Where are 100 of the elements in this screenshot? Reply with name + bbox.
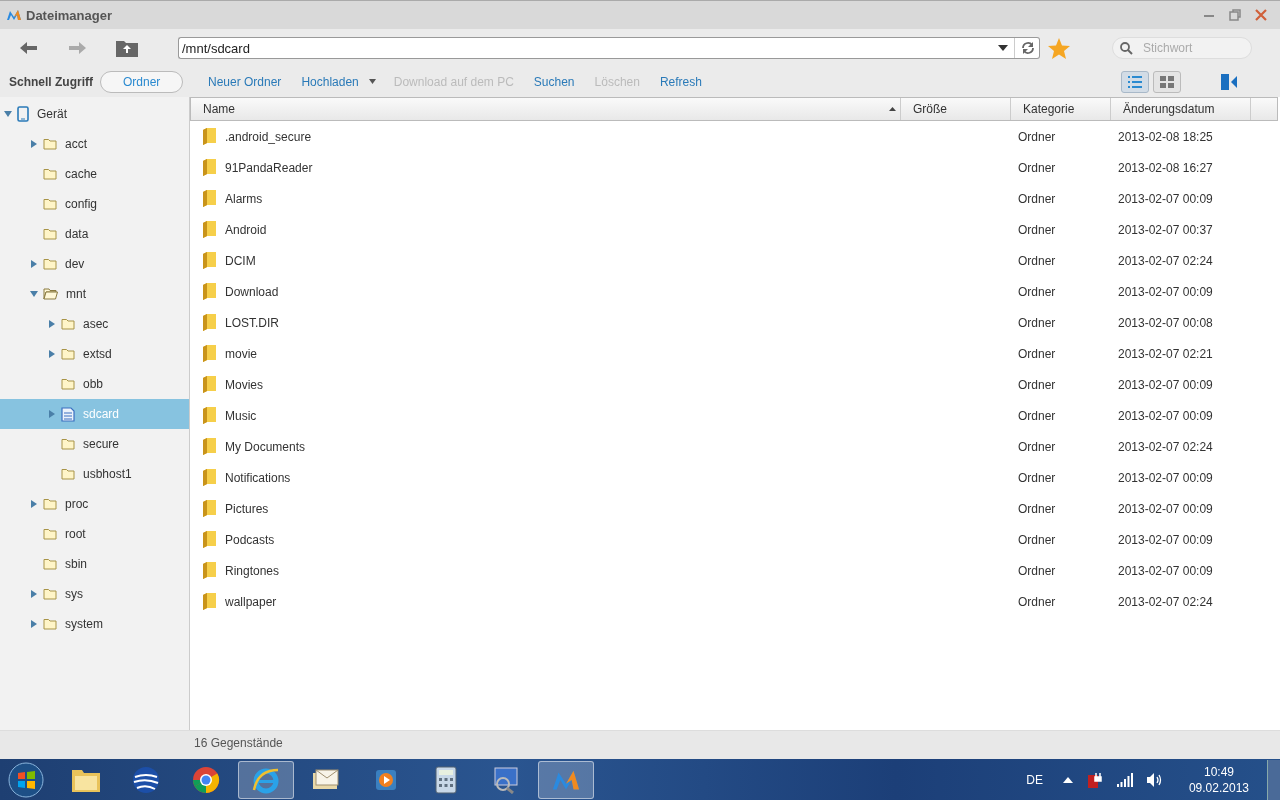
folder-icon [202, 221, 217, 238]
taskbar-button[interactable] [538, 760, 594, 799]
collapsed-arrow-icon[interactable] [49, 350, 55, 358]
file-name[interactable]: wallpaper [225, 594, 277, 609]
close-icon[interactable] [1254, 8, 1268, 22]
tree-item[interactable]: acct [0, 129, 189, 159]
power-plug-icon[interactable] [1086, 770, 1103, 789]
file-name[interactable]: Podcasts [225, 532, 275, 547]
file-name[interactable]: movie [225, 346, 257, 361]
folder-icon [202, 438, 217, 455]
tree-item[interactable]: system [0, 609, 189, 639]
list-view-button[interactable] [1121, 71, 1149, 93]
sd-card-icon [61, 406, 75, 422]
parent-folder-icon[interactable] [116, 39, 138, 57]
folder-icon [202, 593, 217, 610]
category-cell: Ordner [1018, 501, 1056, 516]
file-name[interactable]: Notifications [225, 470, 291, 485]
tree-item[interactable]: usbhost1 [0, 459, 189, 489]
toolbar-action[interactable]: Refresh [649, 75, 712, 89]
category-cell: Ordner [1018, 191, 1056, 206]
speaker-icon[interactable] [1146, 772, 1163, 787]
tree-item[interactable]: data [0, 219, 189, 249]
collapsed-arrow-icon[interactable] [49, 410, 55, 418]
tree-item[interactable]: Gerät [0, 99, 189, 129]
toolbar-action[interactable]: Hochladen [291, 75, 369, 89]
folder-icon [43, 618, 57, 630]
sidebar-tab[interactable]: Schnell Zugriff [6, 71, 96, 93]
file-name[interactable]: Alarms [225, 191, 263, 206]
clock[interactable]: 10:49 09.02.2013 [1188, 763, 1249, 796]
collapsed-arrow-icon[interactable] [49, 320, 55, 328]
expanded-arrow-icon[interactable] [4, 111, 12, 117]
tree-item[interactable]: secure [0, 429, 189, 459]
start-button[interactable] [8, 761, 44, 798]
file-name[interactable]: 91PandaReader [225, 160, 313, 175]
file-name[interactable]: Android [225, 222, 267, 237]
file-name[interactable]: My Documents [225, 439, 306, 454]
date-cell: 2013-02-07 00:09 [1118, 284, 1213, 299]
collapsed-arrow-icon[interactable] [31, 140, 37, 148]
folder-icon [202, 252, 217, 269]
toolbar-action[interactable]: Suchen [523, 75, 585, 89]
tree-item[interactable]: sbin [0, 549, 189, 579]
date-cell: 2013-02-07 00:09 [1118, 408, 1213, 423]
tree-item[interactable]: sys [0, 579, 189, 609]
date-cell: 2013-02-07 00:09 [1118, 563, 1213, 578]
expanded-arrow-icon[interactable] [30, 291, 38, 297]
date-cell: 2013-02-08 16:27 [1118, 160, 1213, 175]
dropdown-caret-icon[interactable] [368, 78, 376, 84]
category-cell: Ordner [1018, 160, 1056, 175]
date-cell: 2013-02-07 00:09 [1118, 501, 1213, 516]
folder-icon [202, 562, 217, 579]
tree-item[interactable]: mnt [0, 279, 189, 309]
category-cell: Ordner [1018, 532, 1056, 547]
language-indicator[interactable]: DE [1026, 772, 1043, 787]
tray-expand-icon[interactable] [1062, 776, 1073, 783]
toolbar-action[interactable]: Neuer Ordner [198, 75, 292, 89]
file-name[interactable]: Music [225, 408, 257, 423]
file-name[interactable]: LOST.DIR [225, 315, 279, 330]
star-icon[interactable] [1048, 37, 1070, 59]
tree-item[interactable]: extsd [0, 339, 189, 369]
column-header[interactable]: Kategorie [1011, 98, 1111, 120]
column-header[interactable]: Größe [901, 98, 1011, 120]
folder-icon [61, 468, 75, 480]
file-name[interactable]: .android_secure [225, 129, 312, 144]
category-cell: Ordner [1018, 439, 1056, 454]
collapsed-arrow-icon[interactable] [31, 590, 37, 598]
open-folder-icon [43, 288, 58, 300]
tree-item[interactable]: dev [0, 249, 189, 279]
file-name[interactable]: DCIM [225, 253, 256, 268]
restore-icon[interactable] [1228, 8, 1242, 22]
folder-icon [202, 531, 217, 548]
collapsed-arrow-icon[interactable] [31, 500, 37, 508]
folder-icon [61, 348, 75, 360]
category-cell: Ordner [1018, 377, 1056, 392]
tree-item[interactable]: root [0, 519, 189, 549]
grid-view-button[interactable] [1153, 71, 1181, 93]
signal-icon[interactable] [1116, 772, 1133, 787]
sidebar-tab[interactable]: Ordner [100, 71, 184, 93]
item-count: 16 Gegenstände [194, 736, 283, 750]
search-field[interactable]: Stichwort [1112, 37, 1252, 59]
collapsed-arrow-icon[interactable] [31, 620, 37, 628]
column-header[interactable]: Name [191, 98, 901, 120]
file-name[interactable]: Ringtones [225, 563, 280, 578]
show-desktop-button[interactable] [1267, 759, 1280, 800]
file-name[interactable]: Download [225, 284, 279, 299]
collapsed-arrow-icon[interactable] [31, 260, 37, 268]
date-cell: 2013-02-07 00:37 [1118, 222, 1213, 237]
tree-item[interactable]: obb [0, 369, 189, 399]
tree-item[interactable]: asec [0, 309, 189, 339]
tree-item[interactable]: proc [0, 489, 189, 519]
back-arrow-icon[interactable] [20, 41, 38, 55]
tree-item[interactable]: cache [0, 159, 189, 189]
column-header[interactable]: Änderungsdatum [1111, 98, 1251, 120]
tree-item[interactable]: config [0, 189, 189, 219]
category-cell: Ordner [1018, 253, 1056, 268]
forward-arrow-icon[interactable] [68, 41, 86, 55]
file-name[interactable]: Movies [225, 377, 263, 392]
panel-toggle-icon[interactable] [1221, 74, 1237, 90]
taskbar-button[interactable] [238, 760, 294, 799]
folder-icon [43, 168, 57, 180]
file-name[interactable]: Pictures [225, 501, 269, 516]
